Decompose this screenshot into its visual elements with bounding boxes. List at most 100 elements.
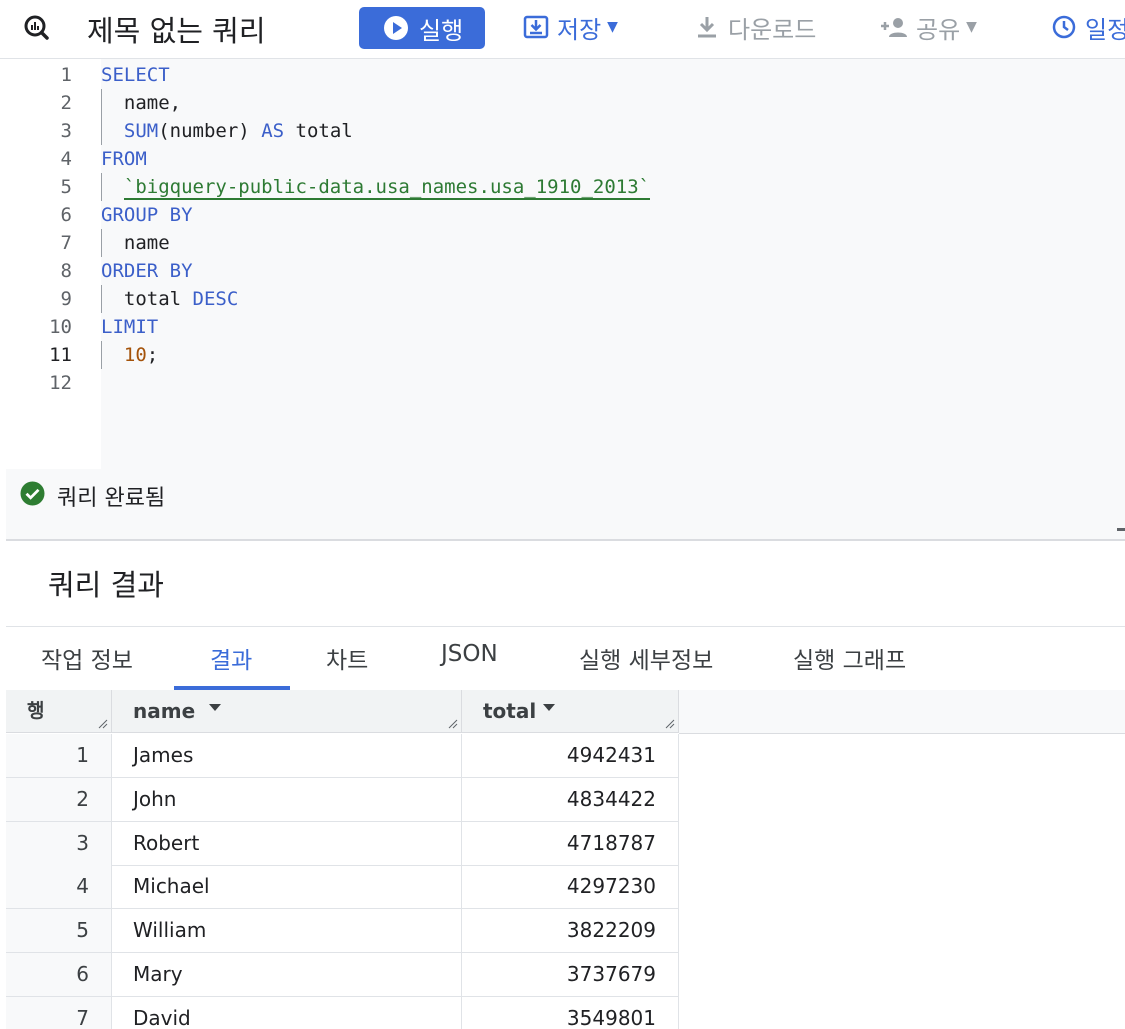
- line-number: 4: [60, 148, 72, 170]
- save-button[interactable]: 저장 ▼: [523, 8, 618, 46]
- download-button[interactable]: 다운로드: [694, 8, 816, 46]
- code-line: name,: [101, 89, 181, 117]
- save-icon: [523, 15, 549, 39]
- cell-name[interactable]: Mary: [112, 953, 462, 996]
- code-line: `bigquery-public-data.usa_names.usa_1910…: [101, 173, 651, 201]
- line-number: 12: [49, 372, 72, 394]
- resize-handle[interactable]: [1117, 528, 1125, 531]
- column-header-total[interactable]: total: [462, 690, 679, 733]
- code-line: name: [101, 229, 170, 257]
- schedule-button[interactable]: 일정: [1051, 8, 1125, 46]
- row-number: 5: [6, 909, 112, 952]
- keyword-desc: DESC: [192, 288, 239, 310]
- code-line: LIMIT: [101, 313, 158, 341]
- resize-grip-icon[interactable]: [448, 719, 458, 729]
- line-number-gutter: 1 2 3 4 5 6 7 8 9 10 11 12: [6, 59, 101, 469]
- share-button[interactable]: 공유 ▼: [878, 8, 977, 46]
- tab-job-info[interactable]: 작업 정보: [41, 641, 133, 675]
- tab-chart[interactable]: 차트: [326, 641, 368, 675]
- table-row[interactable]: 3 Robert 4718787: [6, 822, 679, 866]
- resize-grip-icon[interactable]: [98, 719, 108, 729]
- cell-name[interactable]: Robert: [112, 822, 462, 865]
- schedule-label: 일정: [1085, 15, 1125, 44]
- table-row[interactable]: 7 David 3549801: [6, 997, 679, 1029]
- cell-name[interactable]: David: [112, 997, 462, 1029]
- sort-caret-icon[interactable]: [209, 704, 221, 711]
- row-number: 4: [6, 865, 112, 908]
- cell-total[interactable]: 4297230: [462, 865, 679, 908]
- keyword-as: AS: [261, 120, 285, 142]
- cell-total[interactable]: 4834422: [462, 778, 679, 821]
- line-number: 10: [49, 316, 72, 338]
- cell-total[interactable]: 3822209: [462, 909, 679, 952]
- cell-total[interactable]: 4718787: [462, 822, 679, 865]
- line-number: 8: [60, 260, 72, 282]
- line-number: 2: [60, 92, 72, 114]
- cell-name[interactable]: James: [112, 734, 462, 777]
- keyword-select: SELECT: [101, 64, 170, 86]
- limit-value: 10: [123, 344, 147, 366]
- keyword-order-by: ORDER BY: [101, 260, 193, 282]
- run-button[interactable]: 실행: [359, 7, 485, 49]
- row-number: 1: [6, 734, 112, 777]
- row-number: 7: [6, 997, 112, 1029]
- cell-total[interactable]: 3549801: [462, 997, 679, 1029]
- tab-json[interactable]: JSON: [441, 641, 498, 667]
- code-line: FROM: [101, 145, 147, 173]
- status-text: 쿼리 완료됨: [57, 486, 166, 511]
- table-row[interactable]: 5 William 3822209: [6, 909, 679, 953]
- download-icon: [698, 17, 716, 38]
- table-header-filler: [679, 690, 1125, 734]
- bigquery-logo-icon: [24, 15, 49, 40]
- column-header-label: total: [483, 699, 537, 723]
- query-title[interactable]: 제목 없는 쿼리: [87, 8, 266, 50]
- sort-caret-icon[interactable]: [543, 704, 555, 711]
- table-row[interactable]: 2 John 4834422: [6, 778, 679, 822]
- code-line: GROUP BY: [101, 201, 193, 229]
- code-line: SELECT: [101, 61, 170, 89]
- line-number: 9: [60, 288, 72, 310]
- download-label: 다운로드: [728, 15, 817, 44]
- results-tabs: 작업 정보 결과 차트 JSON 실행 세부정보 실행 그래프: [6, 626, 1125, 692]
- code-line: 10;: [101, 341, 158, 369]
- sum-argument: (number): [158, 120, 250, 142]
- tab-execution-graph[interactable]: 실행 그래프: [793, 641, 906, 675]
- table-reference[interactable]: `bigquery-public-data.usa_names.usa_1910…: [123, 176, 651, 200]
- add-person-icon: [881, 18, 907, 37]
- table-row[interactable]: 4 Michael 4297230: [6, 865, 679, 909]
- cell-name[interactable]: John: [112, 778, 462, 821]
- cell-total[interactable]: 3737679: [462, 953, 679, 996]
- cell-name[interactable]: Michael: [112, 865, 462, 908]
- row-number: 3: [6, 822, 112, 865]
- keyword-from: FROM: [101, 148, 147, 170]
- clock-icon: [1052, 15, 1076, 39]
- column-name: name,: [123, 92, 182, 114]
- column-header-label: 행: [27, 700, 45, 722]
- column-header-name[interactable]: name: [112, 690, 462, 733]
- code-line: total DESC: [101, 285, 238, 313]
- cell-total[interactable]: 4942431: [462, 734, 679, 777]
- caret-down-icon: ▼: [966, 19, 977, 35]
- run-button-label: 실행: [419, 16, 464, 45]
- group-column: name: [123, 232, 170, 254]
- line-number: 7: [60, 232, 72, 254]
- alias-total: total: [295, 120, 353, 142]
- cell-name[interactable]: William: [112, 909, 462, 952]
- table-row[interactable]: 6 Mary 3737679: [6, 953, 679, 997]
- code-line: SUM(number) AS total: [101, 117, 353, 145]
- tab-execution-details[interactable]: 실행 세부정보: [579, 641, 713, 675]
- play-icon: [384, 16, 408, 40]
- line-number: 6: [60, 204, 72, 226]
- order-column: total: [123, 288, 182, 310]
- code-area[interactable]: SELECT name, SUM(number) AS total FROM `…: [101, 59, 1125, 469]
- tab-results[interactable]: 결과: [210, 641, 252, 675]
- resize-grip-icon[interactable]: [665, 719, 675, 729]
- table-row[interactable]: 1 James 4942431: [6, 734, 679, 778]
- line-number: 5: [60, 176, 72, 198]
- sql-editor[interactable]: 1 2 3 4 5 6 7 8 9 10 11 12 SELECT name, …: [6, 59, 1125, 469]
- column-header-row: 행: [6, 690, 112, 733]
- query-toolbar: 제목 없는 쿼리 실행 저장 ▼ 다운로드 공유 ▼ 일정: [0, 0, 1125, 59]
- line-number: 3: [60, 120, 72, 142]
- check-circle-icon: [20, 481, 45, 506]
- row-number: 2: [6, 778, 112, 821]
